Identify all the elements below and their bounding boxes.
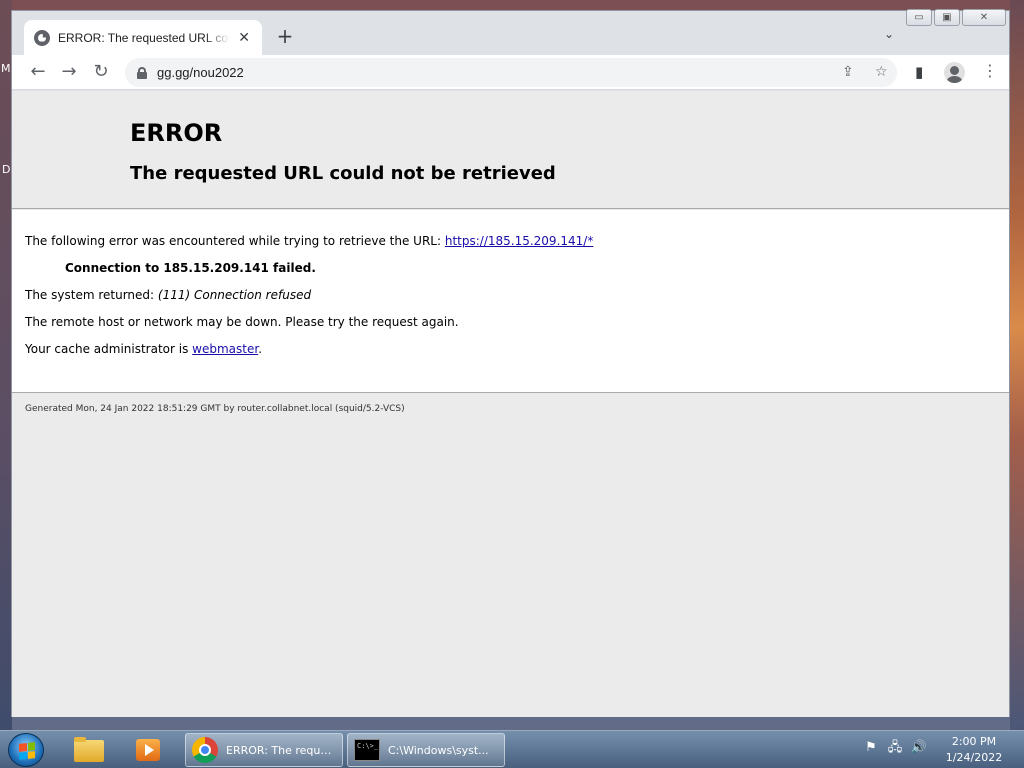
desktop-icon-label[interactable]: D: [2, 163, 10, 176]
browser-toolbar: ← → ↻ gg.gg/nou2022 ⇪ ☆ ▮ ⋮: [12, 55, 1009, 90]
share-icon[interactable]: ⇪: [842, 64, 854, 80]
minimize-button[interactable]: ▭: [906, 9, 932, 26]
desktop-background-right: [1010, 0, 1024, 730]
file-explorer-icon[interactable]: [70, 734, 110, 766]
system-error-text: (111) Connection refused: [157, 288, 312, 302]
remote-host-text: The remote host or network may be down. …: [25, 315, 459, 329]
close-icon[interactable]: ✕: [236, 30, 252, 46]
close-window-button[interactable]: ✕: [962, 9, 1006, 26]
globe-icon: [34, 29, 50, 46]
start-button[interactable]: [8, 733, 44, 767]
taskbar-clock[interactable]: 2:00 PM 1/24/2022: [935, 734, 1013, 766]
system-tray: ⚑ 🖧 🔊: [862, 739, 928, 757]
new-tab-button[interactable]: +: [274, 25, 296, 47]
browser-tab[interactable]: ERROR: The requested URL could not be re…: [24, 20, 262, 55]
page-subtitle: The requested URL could not be retrieved: [130, 163, 556, 184]
clock-date: 1/24/2022: [945, 751, 1003, 764]
taskbar: ERROR: The reque... C:\>_ C:\Windows\sys…: [0, 730, 1024, 768]
taskbar-item-label: C:\Windows\syst...: [388, 743, 489, 757]
error-details: The following error was encountered whil…: [12, 210, 1009, 393]
desktop-icon-label[interactable]: M: [1, 62, 11, 75]
chrome-icon: [192, 737, 218, 763]
menu-icon[interactable]: ⋮: [982, 61, 998, 80]
address-bar[interactable]: gg.gg/nou2022 ⇪ ☆: [125, 58, 897, 87]
webmaster-link[interactable]: webmaster: [192, 342, 258, 356]
command-prompt-icon: C:\>_: [354, 739, 380, 761]
reload-button[interactable]: ↻: [89, 61, 113, 85]
error-url-line: The following error was encountered whil…: [25, 234, 594, 248]
cache-admin-line: Your cache administrator is webmaster.: [25, 342, 263, 356]
clock-time: 2:00 PM: [951, 735, 997, 748]
error-header: ERROR The requested URL could not be ret…: [12, 91, 1009, 209]
tab-strip: ERROR: The requested URL could not be re…: [12, 9, 1009, 55]
error-url-link[interactable]: https://185.15.209.141/*: [445, 234, 593, 248]
lock-icon[interactable]: [137, 66, 147, 79]
side-panel-icon[interactable]: ▮: [915, 63, 923, 81]
taskbar-item-cmd[interactable]: C:\>_ C:\Windows\syst...: [347, 733, 505, 767]
chevron-down-icon[interactable]: ⌄: [884, 27, 894, 41]
generated-footer: Generated Mon, 24 Jan 2022 18:51:29 GMT …: [25, 404, 405, 414]
maximize-button[interactable]: ▣: [934, 9, 960, 26]
system-returned-line: The system returned: (111) Connection re…: [25, 288, 312, 302]
page-title: ERROR: [130, 119, 223, 147]
network-icon[interactable]: 🖧: [886, 739, 904, 757]
media-player-icon[interactable]: [130, 734, 170, 766]
browser-window: ERROR: The requested URL could not be re…: [11, 9, 1010, 717]
url-text[interactable]: gg.gg/nou2022: [157, 65, 244, 80]
taskbar-item-chrome[interactable]: ERROR: The reque...: [185, 733, 343, 767]
bookmark-star-icon[interactable]: ☆: [875, 64, 888, 80]
connection-failed-text: Connection to 185.15.209.141 failed.: [65, 261, 316, 275]
page-content: ERROR The requested URL could not be ret…: [12, 91, 1009, 717]
profile-avatar[interactable]: [944, 62, 965, 83]
windows-logo-icon: [19, 742, 35, 760]
forward-button[interactable]: →: [57, 61, 81, 85]
volume-icon[interactable]: 🔊: [910, 739, 928, 757]
taskbar-item-label: ERROR: The reque...: [226, 743, 336, 757]
tab-title: ERROR: The requested URL could not be re…: [58, 30, 230, 45]
window-controls: ▭ ▣ ✕: [906, 9, 1006, 26]
action-center-flag-icon[interactable]: ⚑: [862, 739, 880, 757]
